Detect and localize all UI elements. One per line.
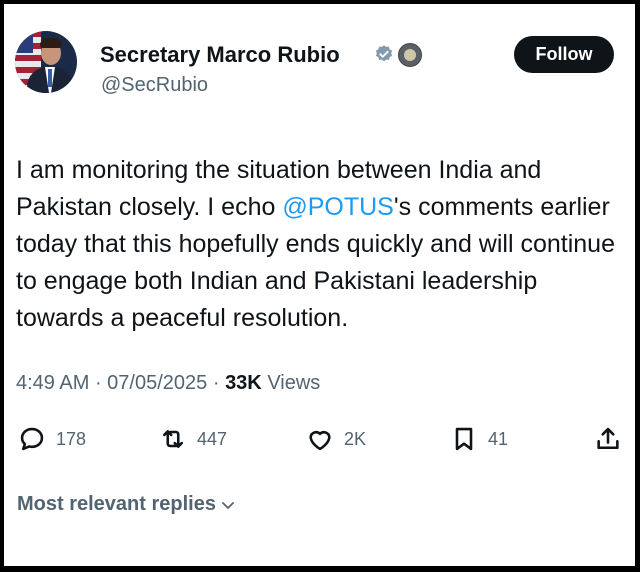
replies-sort-label: Most relevant replies bbox=[17, 493, 216, 515]
reply-count: 178 bbox=[56, 428, 87, 449]
tweet-date[interactable]: 07/05/2025 bbox=[107, 372, 207, 394]
replies-sort-dropdown[interactable]: Most relevant replies bbox=[17, 493, 236, 516]
tweet-time[interactable]: 4:49 AM bbox=[16, 372, 89, 394]
share-button[interactable] bbox=[594, 424, 622, 454]
reply-icon bbox=[20, 427, 44, 451]
avatar[interactable] bbox=[15, 31, 77, 93]
repost-count: 447 bbox=[197, 428, 228, 449]
tweet-card: Secretary Marco Rubio @SecRubio Follow I… bbox=[4, 4, 635, 566]
bookmark-button[interactable]: 41 bbox=[450, 424, 508, 454]
bookmark-count: 41 bbox=[488, 428, 509, 449]
heart-icon bbox=[309, 431, 331, 451]
separator: · bbox=[207, 372, 226, 394]
share-icon bbox=[597, 427, 619, 450]
chevron-down-icon bbox=[222, 501, 234, 509]
like-button[interactable]: 2K bbox=[306, 424, 366, 454]
government-seal-icon bbox=[398, 43, 422, 67]
repost-icon bbox=[162, 430, 184, 448]
bookmark-icon bbox=[455, 427, 473, 451]
separator: · bbox=[89, 372, 108, 394]
mention-link[interactable]: @POTUS bbox=[282, 193, 394, 221]
tweet-text: I am monitoring the situation between In… bbox=[16, 152, 616, 337]
tweet-meta: 4:49 AM · 07/05/2025 · 33K Views bbox=[16, 372, 320, 395]
views-count: 33K bbox=[225, 372, 262, 394]
display-name[interactable]: Secretary Marco Rubio bbox=[100, 42, 340, 68]
like-count: 2K bbox=[344, 428, 367, 449]
views-label: Views bbox=[261, 372, 321, 394]
follow-button[interactable]: Follow bbox=[514, 36, 614, 73]
repost-button[interactable]: 447 bbox=[159, 424, 227, 454]
reply-button[interactable]: 178 bbox=[18, 424, 86, 454]
verified-badge-icon bbox=[375, 45, 393, 62]
user-handle[interactable]: @SecRubio bbox=[101, 74, 208, 97]
